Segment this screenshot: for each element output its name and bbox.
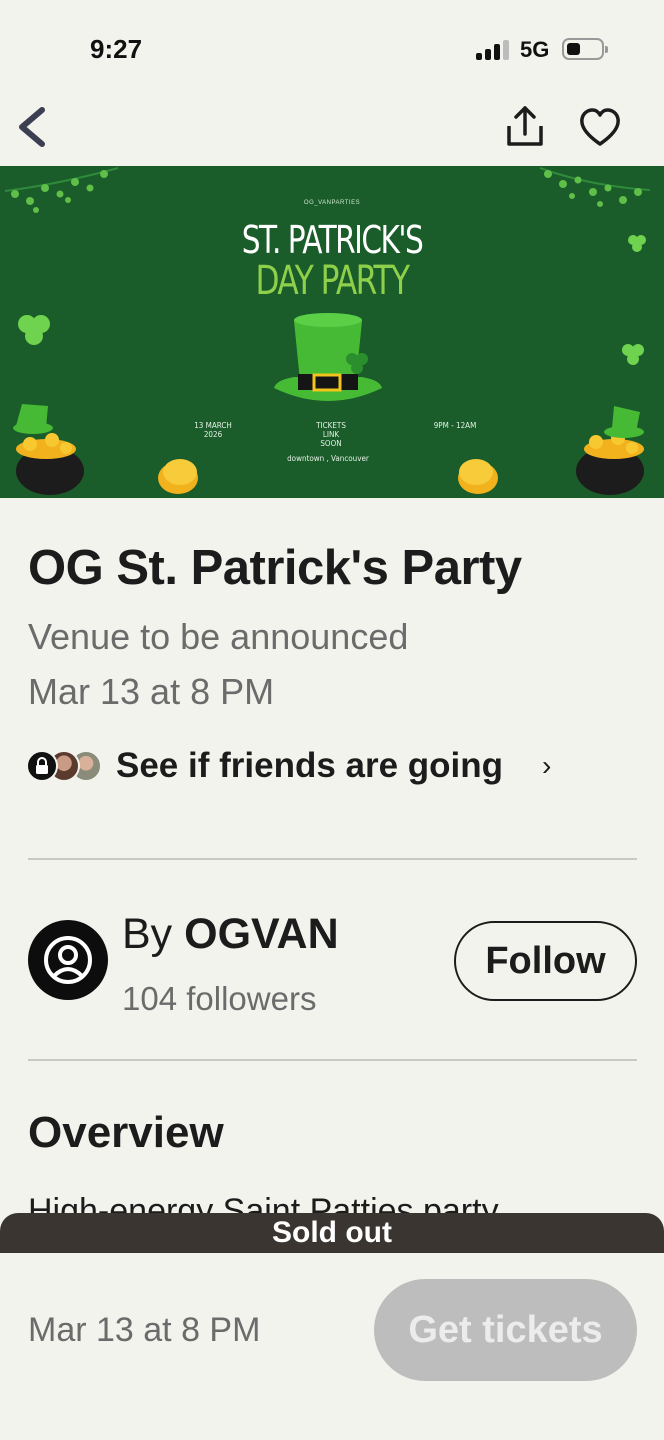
event-venue: Venue to be announced [28, 616, 409, 657]
banner-date-line1: 13 MARCH [194, 421, 232, 430]
network-label: 5G [520, 37, 550, 62]
organizer-name[interactable]: By OGVAN [122, 910, 339, 959]
banner-artwork [0, 166, 664, 498]
event-banner: OG_VANPARTIES ST. PATRICK'S DAY PARTY 13… [0, 166, 664, 498]
sold-out-label: Sold out [272, 1216, 392, 1249]
signal-icon [476, 40, 510, 60]
lock-icon [36, 757, 48, 774]
banner-title-line1: ST. PATRICK'S [241, 218, 424, 262]
organizer-by-prefix: By [122, 910, 173, 958]
banner-tickets-line2: LINK [322, 430, 340, 439]
see-friends-going-link[interactable]: See if friends are going › [26, 744, 586, 794]
banner-title-line2: DAY PARTY [255, 258, 410, 304]
organizer-avatar[interactable] [28, 920, 108, 1000]
get-tickets-button[interactable]: Get tickets [374, 1279, 637, 1381]
follow-button[interactable]: Follow [454, 921, 637, 1001]
lock-avatar [26, 750, 58, 782]
overview-heading: Overview [28, 1108, 224, 1157]
ticket-panel: Mar 13 at 8 PM Get tickets [0, 1253, 664, 1440]
chevron-left-icon [19, 107, 45, 147]
organizer-name-value: OGVAN [184, 910, 339, 958]
divider [28, 858, 637, 860]
organizer-followers: 104 followers [122, 980, 317, 1017]
banner-time-range: 9PM - 12AM [433, 421, 477, 430]
event-datetime: Mar 13 at 8 PM [28, 671, 275, 712]
heart-icon [580, 108, 620, 146]
chevron-right-icon: › [542, 750, 552, 781]
banner-location: downtown , Vancouver [287, 454, 369, 463]
divider [28, 1059, 637, 1061]
banner-date: 13 MARCH 2026 [188, 421, 238, 439]
user-icon [44, 936, 92, 984]
sold-out-banner: Sold out [0, 1213, 664, 1253]
banner-date-line2: 2026 [203, 430, 223, 439]
like-button[interactable] [578, 106, 622, 150]
banner-tickets-note: TICKETS LINK SOON [306, 421, 356, 448]
share-icon [507, 106, 543, 146]
battery-icon [562, 38, 608, 60]
status-time: 9:27 [90, 34, 143, 64]
bottom-datetime: Mar 13 at 8 PM [28, 1311, 261, 1349]
back-button[interactable] [12, 102, 54, 152]
bottom-ticket-bar: Sold out Mar 13 at 8 PM Get tickets [0, 1213, 664, 1440]
share-button[interactable] [504, 104, 546, 150]
event-title: OG St. Patrick's Party [28, 541, 522, 595]
status-bar: 9:27 5G [0, 0, 664, 100]
banner-tickets-line1: TICKETS [316, 421, 346, 430]
banner-tag: OG_VANPARTIES [303, 200, 361, 206]
friends-going-label: See if friends are going [116, 746, 504, 785]
banner-tickets-line3: SOON [320, 439, 342, 448]
